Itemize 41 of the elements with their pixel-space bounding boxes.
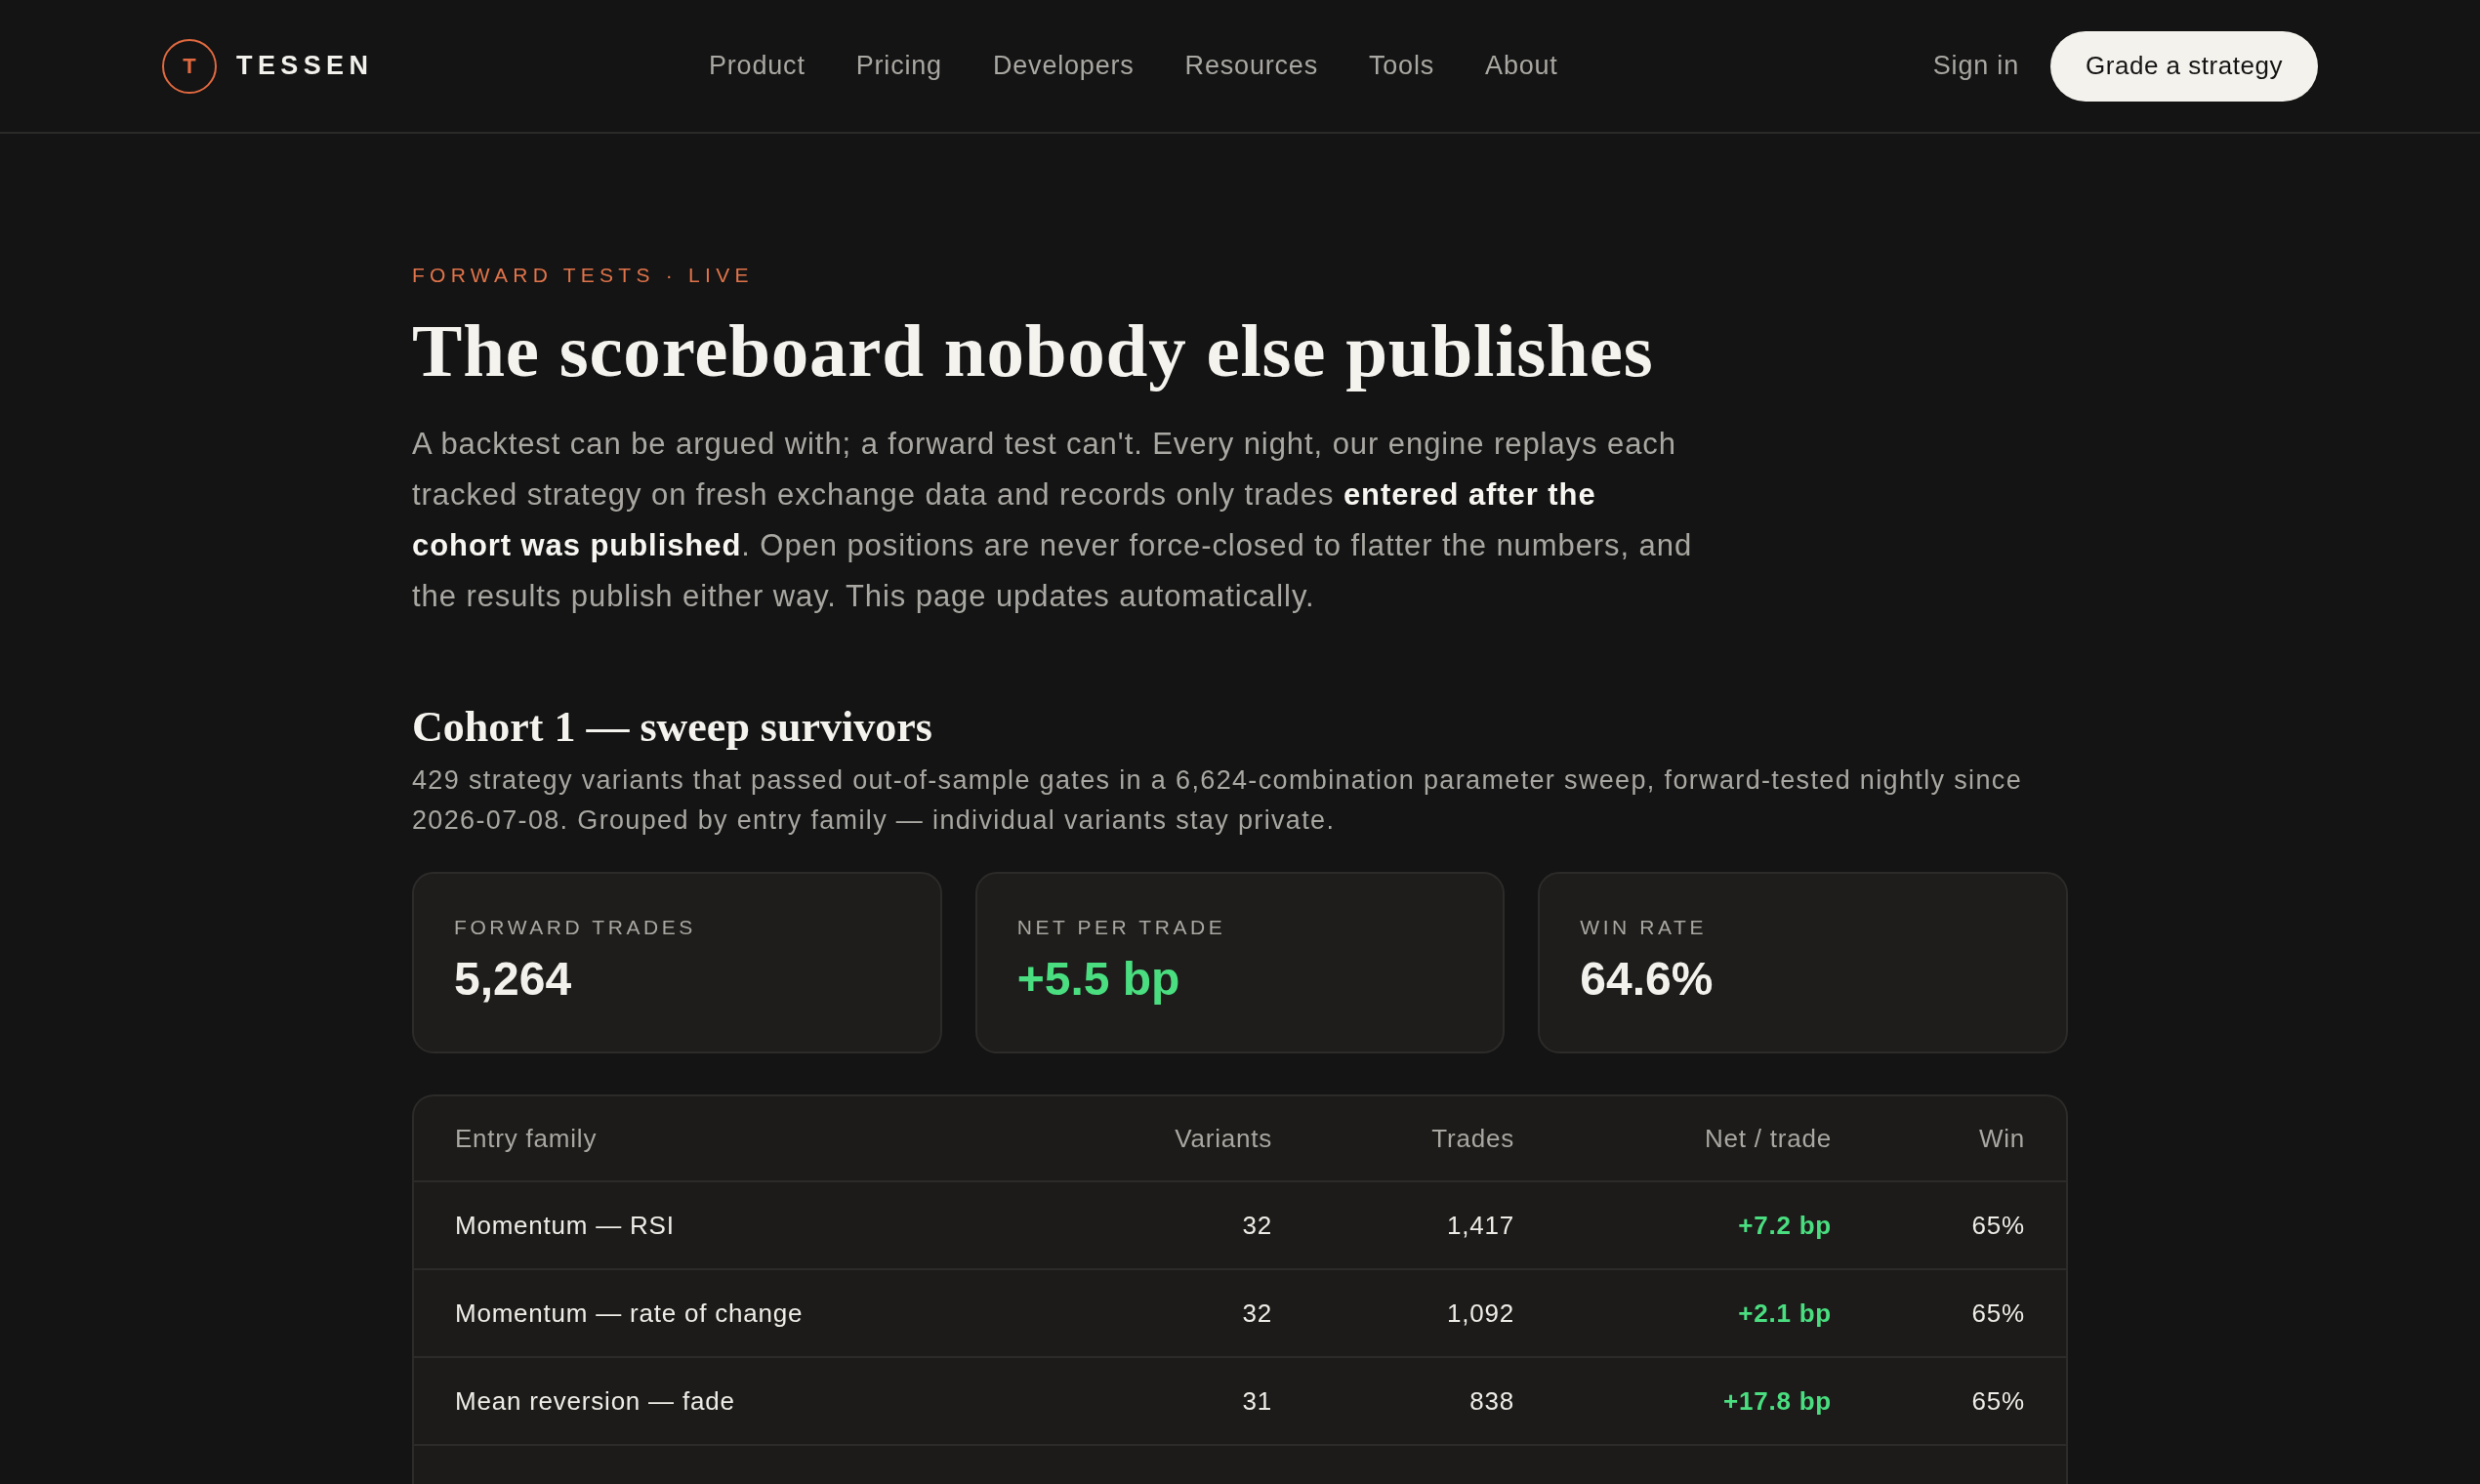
stat-label: NET PER TRADE xyxy=(1016,915,1227,940)
nav-link[interactable]: Tools xyxy=(1368,46,1435,86)
column-header: Win xyxy=(1978,1122,2025,1155)
nav-link[interactable]: Resources xyxy=(1184,46,1318,86)
logo-mark: T xyxy=(162,38,217,94)
nav-link[interactable]: Product xyxy=(709,46,806,86)
nav-link[interactable]: Developers xyxy=(992,46,1135,86)
nav-link[interactable]: About xyxy=(1485,46,1558,86)
sign-in-link[interactable]: Sign in xyxy=(1932,46,2019,86)
table-cell-text: 1,417 xyxy=(1447,1209,1514,1242)
grade-strategy-button[interactable]: Grade a strategy xyxy=(2050,30,2318,102)
table-cell-text: Mean reversion — fade xyxy=(455,1384,735,1418)
stat-label: WIN RATE xyxy=(1580,915,1708,940)
stat-value: 64.6% xyxy=(1580,952,1715,1007)
table-cell-text: +7.2 bp xyxy=(1738,1209,1832,1242)
table-cell-text: 31 xyxy=(1242,1384,1272,1418)
cohort-description: 429 strategy variants that passed out-of-sample gates in a 6,624-combination parameter sweep, forward-tested nightly since 2026-07-08. Grouped by entry family — individual variants stay private. xyxy=(412,764,2023,837)
intro-paragraph: A backtest can be argued with; a forward test can't. Every night, our engine replays each tracked strategy on fresh exchange data and records only trades entered after the cohort was published. Open positions are never force-closed to flatter the numbers, and the results publish either way. This page updates automatically. xyxy=(412,426,1694,615)
table-cell-text: 65% xyxy=(1971,1297,2025,1330)
table-cell-text: 65% xyxy=(1971,1384,2025,1418)
table-cell-text: 32 xyxy=(1242,1297,1272,1330)
nav-link[interactable]: Pricing xyxy=(855,46,942,86)
brand-name: TESSEN xyxy=(236,50,374,83)
eyebrow-label: FORWARD TESTS · LIVE xyxy=(412,263,755,288)
stat-label: FORWARD TRADES xyxy=(454,915,697,940)
table-cell-text: +2.1 bp xyxy=(1738,1297,1832,1330)
table-cell-text: 65% xyxy=(1971,1209,2025,1242)
column-header: Entry family xyxy=(455,1122,598,1155)
table-cell-text: Momentum — rate of change xyxy=(455,1297,804,1330)
cohort-title: Cohort 1 — sweep survivors xyxy=(412,702,933,753)
column-header: Variants xyxy=(1175,1122,1272,1155)
table-cell-text: Momentum — RSI xyxy=(455,1209,675,1242)
table-cell-text: 1,092 xyxy=(1447,1297,1514,1330)
stat-value: +5.5 bp xyxy=(1016,952,1181,1007)
column-header: Net / trade xyxy=(1705,1122,1832,1155)
column-header: Trades xyxy=(1431,1122,1514,1155)
table-cell-text: +17.8 bp xyxy=(1723,1384,1832,1418)
page-title: The scoreboard nobody else publishes xyxy=(412,309,1655,392)
stat-value: 5,264 xyxy=(454,952,573,1007)
table-cell-text: 838 xyxy=(1469,1384,1514,1418)
table-cell-text: 32 xyxy=(1242,1209,1272,1242)
